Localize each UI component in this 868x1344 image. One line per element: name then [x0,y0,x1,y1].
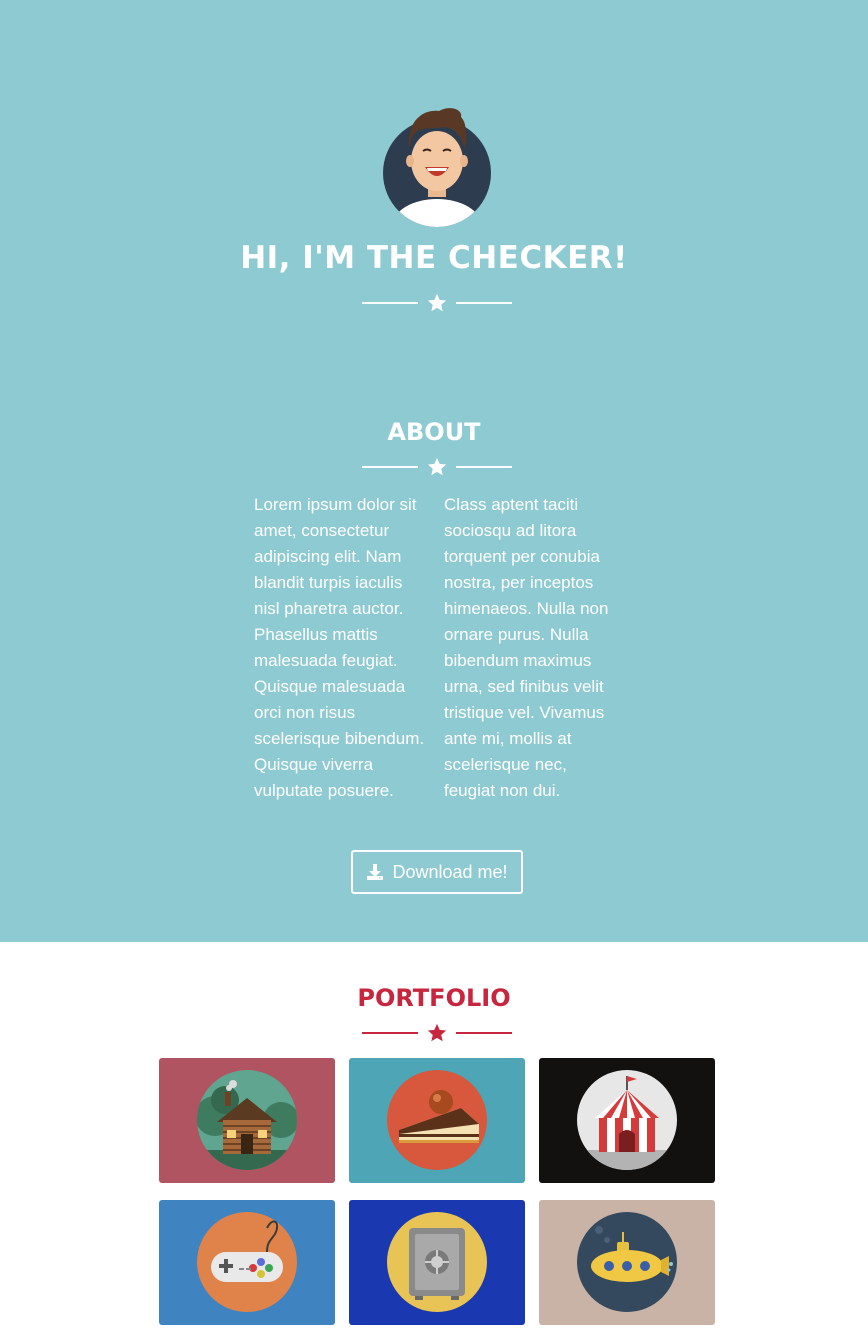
portfolio-item-cabin[interactable] [159,1058,335,1183]
game-controller-icon [197,1212,297,1312]
portfolio-item-submarine[interactable] [539,1200,715,1325]
portfolio-title: PORTFOLIO [357,984,511,1012]
about-divider [362,456,512,478]
download-button[interactable]: Download me! [351,850,523,894]
portfolio-item-cake[interactable] [349,1058,525,1183]
cake-icon [387,1070,487,1170]
hero-section: HI, I'M THE CHECKER! ABOUT Lorem ipsum d… [0,0,868,942]
avatar [383,108,491,227]
about-title: ABOUT [387,418,481,446]
portfolio-item-safe[interactable] [349,1200,525,1325]
title-divider [362,292,512,314]
submarine-icon [577,1212,677,1312]
about-text-column-1: Lorem ipsum dolor sit amet, consectetur … [254,495,425,800]
cabin-icon [197,1070,297,1170]
circus-tent-icon [577,1070,677,1170]
star-icon [427,1023,447,1042]
portfolio-divider [362,1022,512,1044]
star-icon [427,457,447,476]
about-text-column-2: Class aptent taciti sociosqu ad litora t… [444,495,609,800]
hero-title: HI, I'M THE CHECKER! [240,240,628,276]
portfolio-item-game-controller[interactable] [159,1200,335,1325]
download-button-label: Download me! [392,861,508,882]
star-icon [427,293,447,312]
safe-icon [387,1212,487,1312]
portfolio-item-circus-tent[interactable] [539,1058,715,1183]
download-icon [367,864,384,880]
